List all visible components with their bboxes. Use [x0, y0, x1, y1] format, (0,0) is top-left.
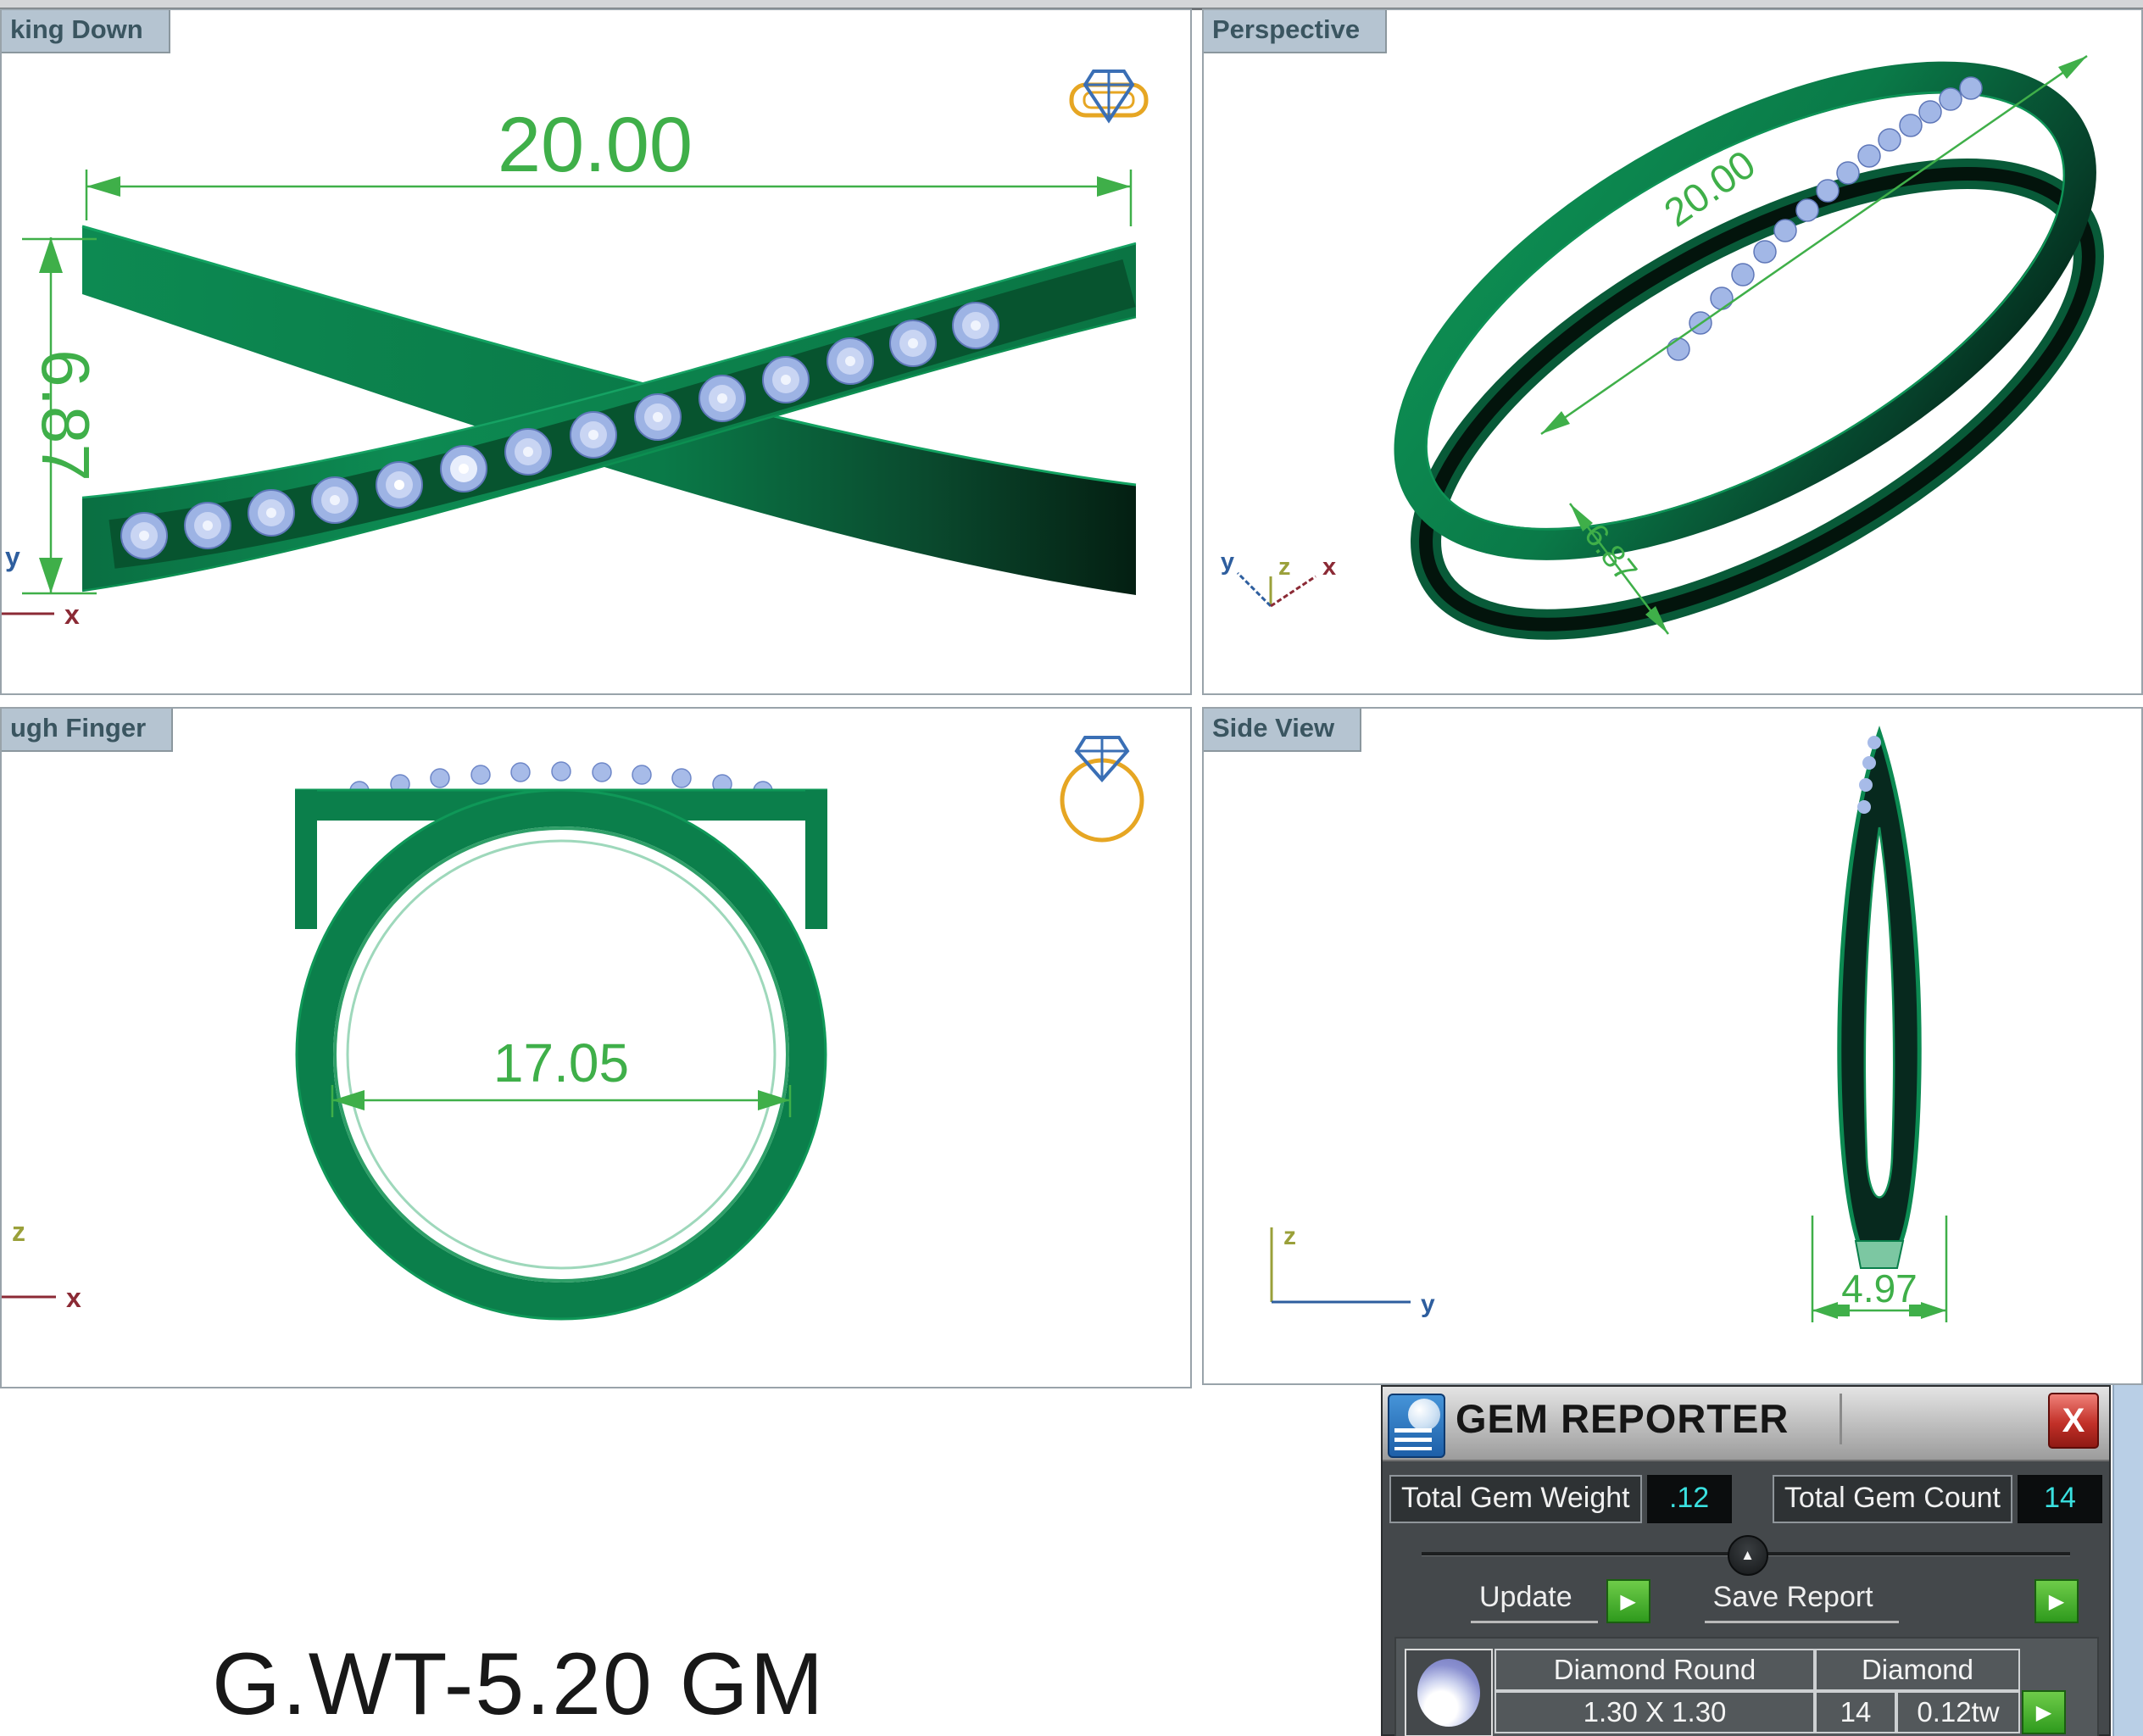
gem-weight-cell: 0.12tw	[1896, 1691, 2020, 1733]
viewport-perspective[interactable]: Perspective	[1202, 8, 2143, 695]
total-gem-weight-label: Total Gem Weight	[1389, 1475, 1642, 1523]
gem-row-go-button[interactable]: ▶	[2022, 1690, 2066, 1734]
gem-thumbnail-cell	[1405, 1649, 1493, 1736]
ring-profile	[1840, 732, 1919, 1268]
viewport-title-looking-down[interactable]: king Down	[2, 10, 170, 53]
axis-x-label: x	[64, 599, 80, 630]
gem-thumbnail	[1417, 1659, 1480, 1727]
gem-size-cell: 1.30 X 1.30	[1495, 1691, 1815, 1733]
gem-reporter-titlebar[interactable]: GEM REPORTER X	[1383, 1387, 2109, 1461]
axis-y-label: y	[1421, 1290, 1435, 1318]
gem-reporter-title: GEM REPORTER	[1456, 1395, 1789, 1442]
background-window-strip	[2112, 1385, 2143, 1736]
dim-height-label: 6.87	[28, 349, 103, 481]
gem-reporter-panel: GEM REPORTER X Total Gem Weight .12 Tota…	[1381, 1385, 2111, 1736]
ring-front-icon	[1062, 737, 1142, 840]
spacer-cell	[2020, 1649, 2068, 1691]
gem-reporter-buttons: Update ▶ Save Report ▶	[1471, 1579, 2079, 1623]
gem-totals-row: Total Gem Weight .12 Total Gem Count 14	[1389, 1475, 2102, 1523]
axis-z-label: z	[1283, 1222, 1296, 1250]
axis-y-label: y	[1221, 548, 1234, 576]
viewport-title-perspective[interactable]: Perspective	[1204, 10, 1387, 53]
axis-x-label: x	[1322, 554, 1336, 581]
perspective-canvas: 20.00 6.87 y z x	[1204, 10, 2141, 693]
update-go-button[interactable]: ▶	[1606, 1579, 1650, 1623]
save-report-go-button[interactable]: ▶	[2034, 1579, 2079, 1623]
report-lines-icon	[1394, 1428, 1432, 1450]
axis-y-label: y	[5, 542, 20, 572]
gem-reporter-app-icon	[1388, 1394, 1445, 1458]
axis-z-label: z	[1278, 554, 1291, 581]
cad-workspace: king Down	[0, 0, 2143, 1736]
axis-x-label: x	[66, 1283, 81, 1313]
viewport-side-view[interactable]: Side View 4.97	[1202, 707, 2143, 1385]
update-button[interactable]: Update	[1471, 1579, 1598, 1623]
save-report-button[interactable]: Save Report	[1705, 1579, 1899, 1623]
gold-weight-annotation: G.WT-5.20 GM	[212, 1634, 825, 1735]
dim-diameter-label: 17.05	[493, 1032, 629, 1093]
total-gem-weight-value: .12	[1647, 1475, 1732, 1523]
gem-shape-header: Diamond Round	[1495, 1649, 1815, 1691]
viewport-title-through-finger[interactable]: ugh Finger	[2, 709, 173, 752]
gem-row-go-cell: ▶	[2020, 1691, 2068, 1733]
axis-z-label: z	[12, 1216, 25, 1247]
viewport-title-side-view[interactable]: Side View	[1204, 709, 1361, 752]
slider-knob[interactable]: ▲	[1728, 1535, 1768, 1576]
viewport-through-finger[interactable]: ugh Finger	[0, 707, 1192, 1388]
perspective-ring	[1312, 10, 2141, 693]
globe-icon	[1408, 1399, 1440, 1431]
gem-type-header: Diamond	[1815, 1649, 2020, 1691]
gem-size-slider[interactable]: ▲	[1422, 1532, 2070, 1574]
gem-count-cell: 14	[1815, 1691, 1896, 1733]
looking-down-canvas: 20.00 6.87 y x	[2, 10, 1190, 693]
dim-width-label: 20.00	[498, 102, 693, 188]
perspective-axis-gizmo	[1238, 573, 1316, 606]
titlebar-divider	[1840, 1394, 1842, 1444]
close-button[interactable]: X	[2048, 1393, 2099, 1449]
dim-profile-width-label: 4.97	[1841, 1266, 1918, 1310]
total-gem-count-value: 14	[2018, 1475, 2102, 1523]
through-finger-canvas: 17.05 z x	[2, 709, 1190, 1387]
viewport-looking-down[interactable]: king Down	[0, 8, 1192, 695]
ring-side-icon	[1072, 71, 1146, 120]
side-view-canvas: 4.97 z y	[1204, 709, 2141, 1383]
gem-table: Diamond Round Diamond 1.30 X 1.30 14 0.1…	[1394, 1637, 2099, 1736]
total-gem-count-label: Total Gem Count	[1773, 1475, 2012, 1523]
